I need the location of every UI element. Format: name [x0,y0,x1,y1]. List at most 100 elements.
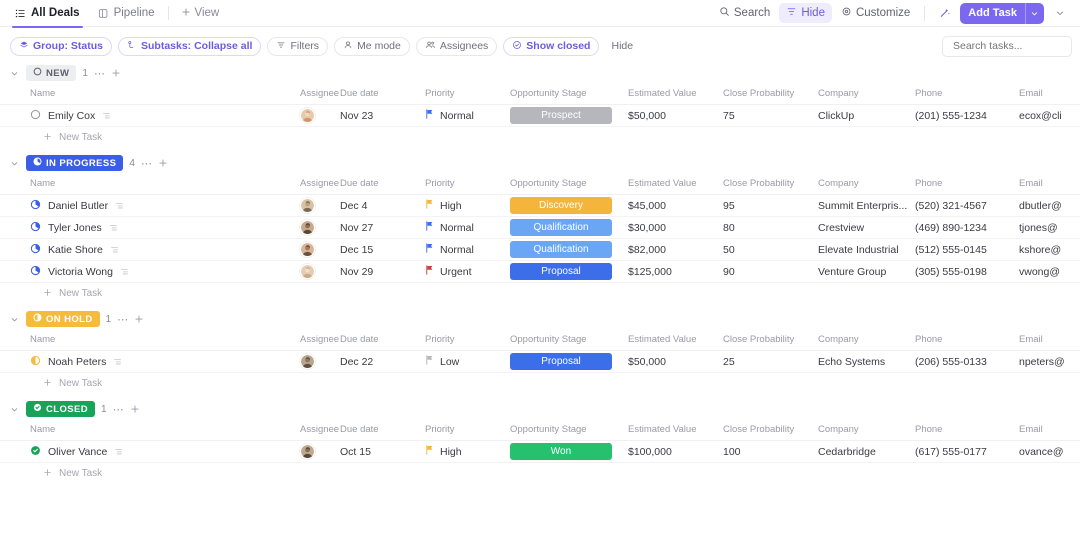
collapse-caret-icon[interactable] [8,313,20,325]
group-more-icon[interactable]: ⋯ [141,157,152,170]
cell-estimated-value[interactable]: $45,000 [628,194,723,217]
avatar[interactable] [300,198,315,213]
cell-priority[interactable]: Normal [425,216,510,239]
cell-estimated-value[interactable]: $30,000 [628,216,723,239]
table-row[interactable]: Victoria Wong Nov 29 Urgent Proposal $12… [0,260,1080,283]
check-circle-icon[interactable] [30,445,41,459]
cell-name[interactable]: Noah Peters [0,350,300,373]
show-closed-chip[interactable]: Show closed [503,36,600,56]
cell-priority[interactable]: Low [425,350,510,373]
cell-estimated-value[interactable]: $82,000 [628,238,723,261]
group-more-icon[interactable]: ⋯ [94,67,105,80]
column-header-close-probability[interactable]: Close Probability [723,84,818,105]
cell-company[interactable]: Elevate Industrial [818,238,915,261]
column-header-company[interactable]: Company [818,174,915,195]
cell-email[interactable]: dbutler@ [1019,194,1080,217]
cell-due-date[interactable]: Dec 4 [340,194,425,217]
collapse-caret-icon[interactable] [8,403,20,415]
column-header-email[interactable]: Email [1019,420,1080,441]
group-add-task-icon[interactable] [130,404,140,414]
clock-icon[interactable] [30,199,41,213]
cell-phone[interactable]: (206) 555-0133 [915,350,1019,373]
stage-pill[interactable]: Prospect [510,107,612,124]
search-button[interactable]: Search [712,3,777,23]
stage-pill[interactable]: Won [510,443,612,460]
clock-icon[interactable] [30,265,41,279]
stage-pill[interactable]: Proposal [510,353,612,370]
column-header-priority[interactable]: Priority [425,420,510,441]
column-header-due-date[interactable]: Due date [340,84,425,105]
cell-due-date[interactable]: Nov 23 [340,104,425,127]
cell-phone[interactable]: (617) 555-0177 [915,440,1019,463]
new-task-button[interactable]: New Task [0,373,1080,394]
avatar[interactable] [300,220,315,235]
cell-opportunity-stage[interactable]: Prospect [510,104,628,127]
collapse-caret-icon[interactable] [8,67,20,79]
column-header-priority[interactable]: Priority [425,84,510,105]
column-header-due-date[interactable]: Due date [340,174,425,195]
column-header-assignee[interactable]: Assignee [300,420,340,441]
avatar[interactable] [300,354,315,369]
cell-due-date[interactable]: Dec 15 [340,238,425,261]
subtask-icon[interactable] [102,111,111,120]
column-header-company[interactable]: Company [818,84,915,105]
new-task-button[interactable]: New Task [0,463,1080,484]
circle-outline-icon[interactable] [30,109,41,123]
clock-icon[interactable] [30,221,41,235]
cell-opportunity-stage[interactable]: Won [510,440,628,463]
cell-priority[interactable]: Urgent [425,260,510,283]
table-row[interactable]: Katie Shore Dec 15 Normal Qualification … [0,238,1080,261]
column-header-assignee[interactable]: Assignee [300,330,340,351]
cell-priority[interactable]: Normal [425,104,510,127]
column-header-phone[interactable]: Phone [915,420,1019,441]
group-more-icon[interactable]: ⋯ [117,313,128,326]
header-overflow-button[interactable] [1050,3,1070,23]
search-tasks-field[interactable] [942,35,1072,57]
cell-phone[interactable]: (201) 555-1234 [915,104,1019,127]
column-header-email[interactable]: Email [1019,330,1080,351]
avatar[interactable] [300,444,315,459]
add-task-caret-icon[interactable] [1025,2,1044,24]
column-header-phone[interactable]: Phone [915,84,1019,105]
me-mode-chip[interactable]: Me mode [334,36,410,56]
subtasks-chip[interactable]: Subtasks: Collapse all [118,36,262,56]
cell-close-probability[interactable]: 90 [723,260,818,283]
column-header-name[interactable]: Name [0,420,300,441]
status-badge[interactable]: IN PROGRESS [26,155,124,171]
tab-pipeline[interactable]: Pipeline [89,0,164,27]
add-view-button[interactable]: View [173,7,228,20]
cell-estimated-value[interactable]: $50,000 [628,350,723,373]
customize-button[interactable]: Customize [834,3,917,23]
column-header-email[interactable]: Email [1019,84,1080,105]
table-row[interactable]: Noah Peters Dec 22 Low Proposal $50,000 … [0,350,1080,373]
cell-opportunity-stage[interactable]: Qualification [510,216,628,239]
cell-assignee[interactable] [300,350,340,373]
cell-due-date[interactable]: Nov 29 [340,260,425,283]
subtask-icon[interactable] [110,245,119,254]
column-header-estimated-value[interactable]: Estimated Value [628,330,723,351]
status-badge[interactable]: ON HOLD [26,311,100,327]
ai-sparkle-icon[interactable] [932,4,958,22]
subtask-icon[interactable] [109,223,118,232]
cell-assignee[interactable] [300,194,340,217]
status-badge[interactable]: CLOSED [26,401,95,417]
column-header-company[interactable]: Company [818,330,915,351]
column-header-assignee[interactable]: Assignee [300,84,340,105]
cell-email[interactable]: kshore@ [1019,238,1080,261]
column-header-name[interactable]: Name [0,330,300,351]
cell-phone[interactable]: (520) 321-4567 [915,194,1019,217]
avatar[interactable] [300,108,315,123]
collapse-caret-icon[interactable] [8,157,20,169]
column-header-opportunity-stage[interactable]: Opportunity Stage [510,420,628,441]
subtask-icon[interactable] [120,267,129,276]
column-header-due-date[interactable]: Due date [340,330,425,351]
column-header-estimated-value[interactable]: Estimated Value [628,174,723,195]
clock-icon[interactable] [30,243,41,257]
cell-close-probability[interactable]: 25 [723,350,818,373]
column-header-close-probability[interactable]: Close Probability [723,174,818,195]
column-header-opportunity-stage[interactable]: Opportunity Stage [510,174,628,195]
cell-due-date[interactable]: Oct 15 [340,440,425,463]
cell-assignee[interactable] [300,260,340,283]
cell-opportunity-stage[interactable]: Proposal [510,350,628,373]
cell-email[interactable]: npeters@ [1019,350,1080,373]
